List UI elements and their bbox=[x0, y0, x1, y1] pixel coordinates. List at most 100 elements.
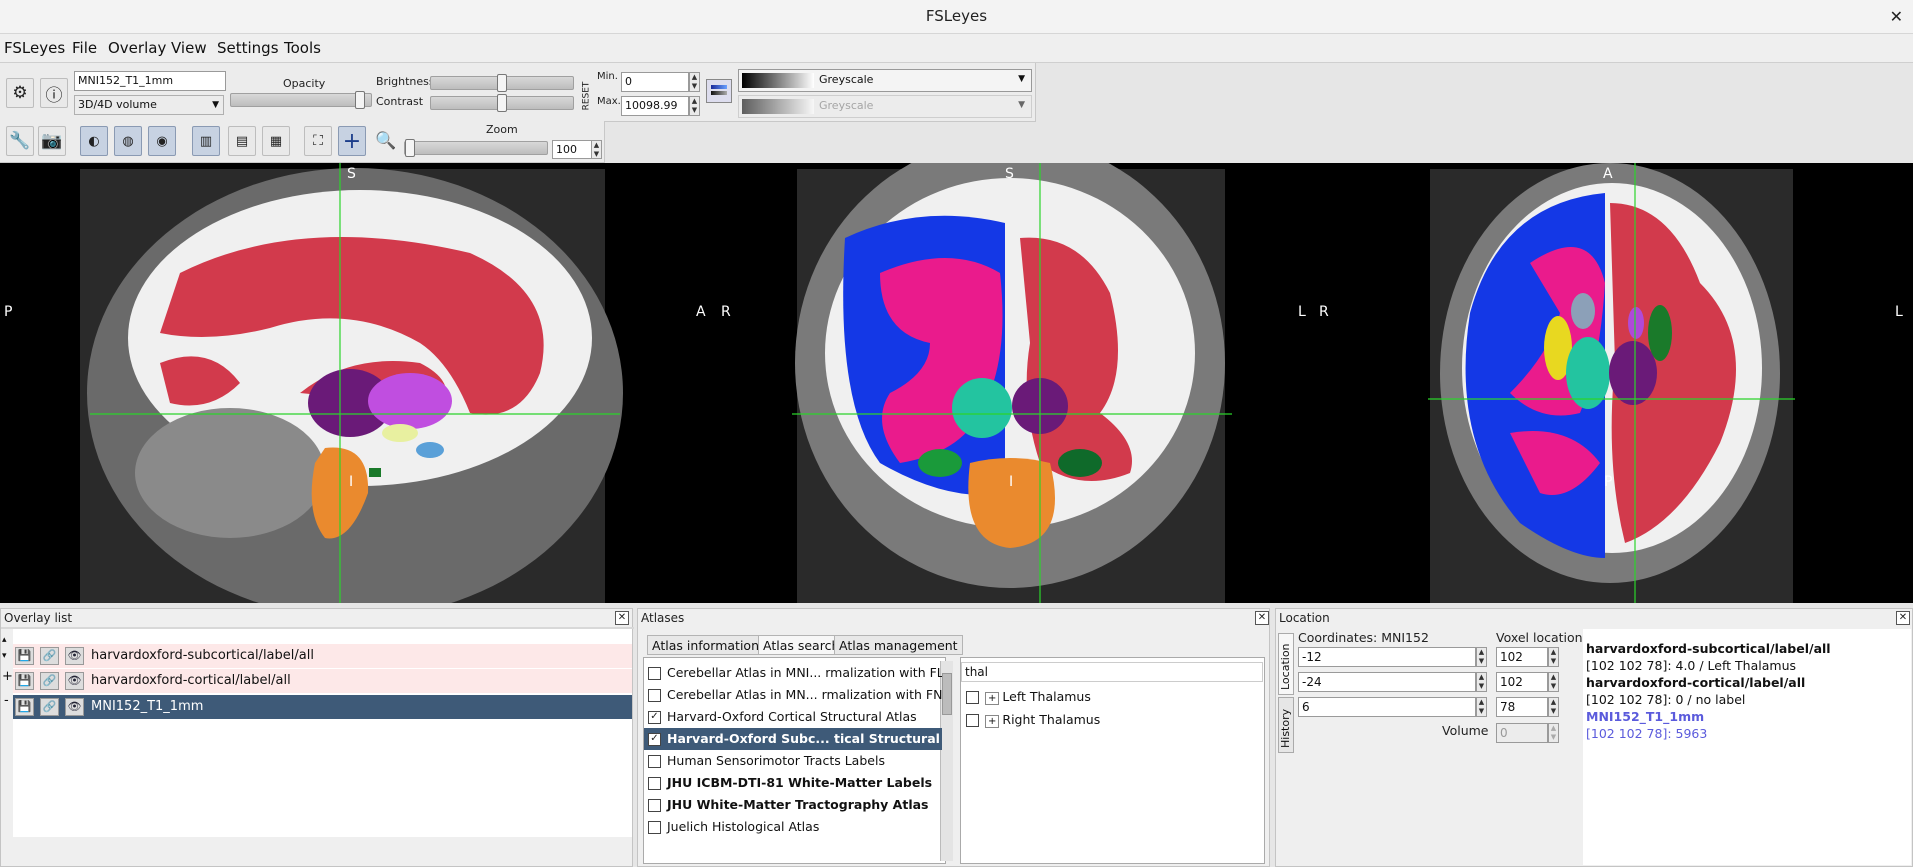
atlas-checkbox[interactable] bbox=[648, 777, 661, 790]
world-x-field[interactable]: -12 bbox=[1298, 647, 1476, 667]
link-icon[interactable]: 🔗 bbox=[40, 698, 59, 716]
atlas-list-item[interactable]: JHU White-Matter Tractography Atlas bbox=[644, 794, 942, 816]
overlay-row[interactable]: 💾 🔗 👁 harvardoxford-cortical/label/all bbox=[13, 669, 632, 693]
eye-icon[interactable]: 👁 bbox=[65, 698, 84, 716]
result-checkbox[interactable] bbox=[966, 714, 979, 727]
zoom-field[interactable]: 100 bbox=[552, 140, 592, 159]
tab-atlas-management[interactable]: Atlas management bbox=[834, 635, 963, 655]
eye-icon[interactable]: 👁 bbox=[65, 647, 84, 665]
atlas-checkbox[interactable]: ✓ bbox=[648, 733, 661, 746]
close-icon[interactable]: ✕ bbox=[615, 611, 629, 625]
atlas-list-item[interactable]: Juelich Histological Atlas bbox=[644, 816, 942, 838]
overlay-type-select[interactable]: 3D/4D volume ▼ bbox=[74, 95, 224, 115]
ortho-viewer[interactable]: S I P A S I R L A P R L bbox=[0, 163, 1913, 603]
menu-file[interactable]: File bbox=[72, 34, 97, 62]
link-lowranges-icon[interactable] bbox=[706, 79, 732, 103]
tab-location[interactable]: Location bbox=[1278, 633, 1294, 695]
atlas-checkbox[interactable] bbox=[648, 667, 661, 680]
world-y-field[interactable]: -24 bbox=[1298, 672, 1476, 692]
result-left-thalamus[interactable]: + Left Thalamus bbox=[966, 689, 1091, 705]
contrast-slider-thumb[interactable] bbox=[497, 94, 507, 112]
atlas-list-item[interactable]: Cerebellar Atlas in MNI... rmalization w… bbox=[644, 662, 942, 684]
overlay-row[interactable]: 💾 🔗 👁 MNI152_T1_1mm bbox=[13, 695, 632, 719]
zoom-slider[interactable] bbox=[404, 139, 548, 157]
sagittal-slice[interactable] bbox=[80, 168, 623, 603]
move-up-icon[interactable]: ▴ bbox=[2, 635, 7, 645]
world-y-spin[interactable]: ▲ ▼ bbox=[1476, 672, 1487, 692]
add-overlay-icon[interactable]: + bbox=[2, 669, 13, 684]
overlay-name-field[interactable]: MNI152_T1_1mm bbox=[74, 71, 226, 91]
atlas-checkbox[interactable] bbox=[648, 821, 661, 834]
brightness-slider-thumb[interactable] bbox=[497, 74, 507, 92]
link-icon[interactable]: 🔗 bbox=[40, 647, 59, 665]
wrench-icon[interactable]: 🔧 bbox=[6, 126, 34, 156]
max-spin-buttons[interactable]: ▲ ▼ bbox=[689, 96, 700, 116]
voxel-y-field[interactable]: 102 bbox=[1496, 672, 1548, 692]
voxel-x-field[interactable]: 102 bbox=[1496, 647, 1548, 667]
atlas-checkbox[interactable]: ✓ bbox=[648, 711, 661, 724]
coronal-slice[interactable] bbox=[795, 163, 1225, 603]
expand-icon[interactable]: + bbox=[985, 715, 1000, 728]
eye-icon[interactable]: 👁 bbox=[65, 672, 84, 690]
grid-layout-icon[interactable]: ▦ bbox=[262, 126, 290, 156]
atlas-checkbox[interactable] bbox=[648, 799, 661, 812]
menu-fsleyes[interactable]: FSLeyes bbox=[4, 34, 65, 62]
vertical-layout-icon[interactable]: ▤ bbox=[228, 126, 256, 156]
close-icon[interactable]: ✕ bbox=[1255, 611, 1269, 625]
atlas-search-input[interactable]: thal bbox=[961, 662, 1263, 682]
menu-overlay[interactable]: Overlay bbox=[108, 34, 166, 62]
contrast-slider[interactable] bbox=[430, 94, 574, 112]
atlas-list-item[interactable]: Cerebellar Atlas in MN... rmalization wi… bbox=[644, 684, 942, 706]
world-x-spin[interactable]: ▲ ▼ bbox=[1476, 647, 1487, 667]
show-coronal-icon[interactable]: ◍ bbox=[114, 126, 142, 156]
min-spin-buttons[interactable]: ▲ ▼ bbox=[689, 72, 700, 92]
atlas-checkbox[interactable] bbox=[648, 689, 661, 702]
menu-settings[interactable]: Settings bbox=[217, 34, 279, 62]
atlas-list-item[interactable]: ✓ Harvard-Oxford Cortical Structural Atla… bbox=[644, 706, 942, 728]
brightness-slider[interactable] bbox=[430, 74, 574, 92]
atlas-checkbox[interactable] bbox=[648, 755, 661, 768]
opacity-slider-thumb[interactable] bbox=[355, 91, 365, 109]
atlas-list-item[interactable]: Human Sensorimotor Tracts Labels bbox=[644, 750, 942, 772]
tab-atlas-information[interactable]: Atlas information bbox=[647, 635, 764, 655]
atlas-list-item[interactable]: ✓ Harvard-Oxford Subc... tical Structural… bbox=[644, 728, 942, 750]
opacity-slider[interactable] bbox=[230, 91, 372, 109]
overlay-row[interactable]: 💾 🔗 👁 harvardoxford-subcortical/label/al… bbox=[13, 644, 632, 668]
save-icon[interactable]: 💾 bbox=[15, 698, 34, 716]
voxel-z-spin[interactable]: ▲ ▼ bbox=[1548, 697, 1559, 717]
colourmap-select[interactable]: Greyscale ▼ bbox=[738, 69, 1032, 92]
tab-history[interactable]: History bbox=[1278, 697, 1294, 753]
window-close-icon[interactable]: ✕ bbox=[1890, 0, 1903, 33]
voxel-x-spin[interactable]: ▲ ▼ bbox=[1548, 647, 1559, 667]
remove-overlay-icon[interactable]: - bbox=[4, 693, 9, 708]
move-down-icon[interactable]: ▾ bbox=[2, 651, 7, 661]
ortho-canvas[interactable] bbox=[0, 163, 1913, 603]
save-icon[interactable]: 💾 bbox=[15, 647, 34, 665]
atlas-list-item[interactable]: JHU ICBM-DTI-81 White-Matter Labels bbox=[644, 772, 942, 794]
crosshair-icon[interactable]: + bbox=[338, 126, 366, 156]
horizontal-layout-icon[interactable]: ▥ bbox=[192, 126, 220, 156]
menu-view[interactable]: View bbox=[171, 34, 207, 62]
zoom-spin-buttons[interactable]: ▲ ▼ bbox=[591, 140, 602, 159]
world-z-field[interactable]: 6 bbox=[1298, 697, 1476, 717]
menu-tools[interactable]: Tools bbox=[284, 34, 321, 62]
info-icon[interactable]: ⓘ bbox=[40, 78, 68, 108]
expand-icon[interactable]: + bbox=[985, 692, 1000, 705]
result-checkbox[interactable] bbox=[966, 691, 979, 704]
voxel-z-field[interactable]: 78 bbox=[1496, 697, 1548, 717]
reset-button[interactable]: RESET bbox=[581, 82, 591, 111]
link-icon[interactable]: 🔗 bbox=[40, 672, 59, 690]
save-icon[interactable]: 💾 bbox=[15, 672, 34, 690]
show-sagittal-icon[interactable]: ◐ bbox=[80, 126, 108, 156]
result-right-thalamus[interactable]: + Right Thalamus bbox=[966, 712, 1100, 728]
voxel-y-spin[interactable]: ▲ ▼ bbox=[1548, 672, 1559, 692]
close-icon[interactable]: ✕ bbox=[1896, 611, 1910, 625]
zoom-slider-thumb[interactable] bbox=[405, 139, 415, 157]
show-axial-icon[interactable]: ◉ bbox=[148, 126, 176, 156]
display-max-field[interactable]: 10098.99 bbox=[621, 96, 689, 116]
display-min-field[interactable]: 0 bbox=[621, 72, 689, 92]
world-z-spin[interactable]: ▲ ▼ bbox=[1476, 697, 1487, 717]
gear-icon[interactable]: ⚙ bbox=[6, 78, 34, 108]
axial-slice[interactable] bbox=[1430, 163, 1793, 603]
camera-icon[interactable]: 📷 bbox=[38, 126, 66, 156]
